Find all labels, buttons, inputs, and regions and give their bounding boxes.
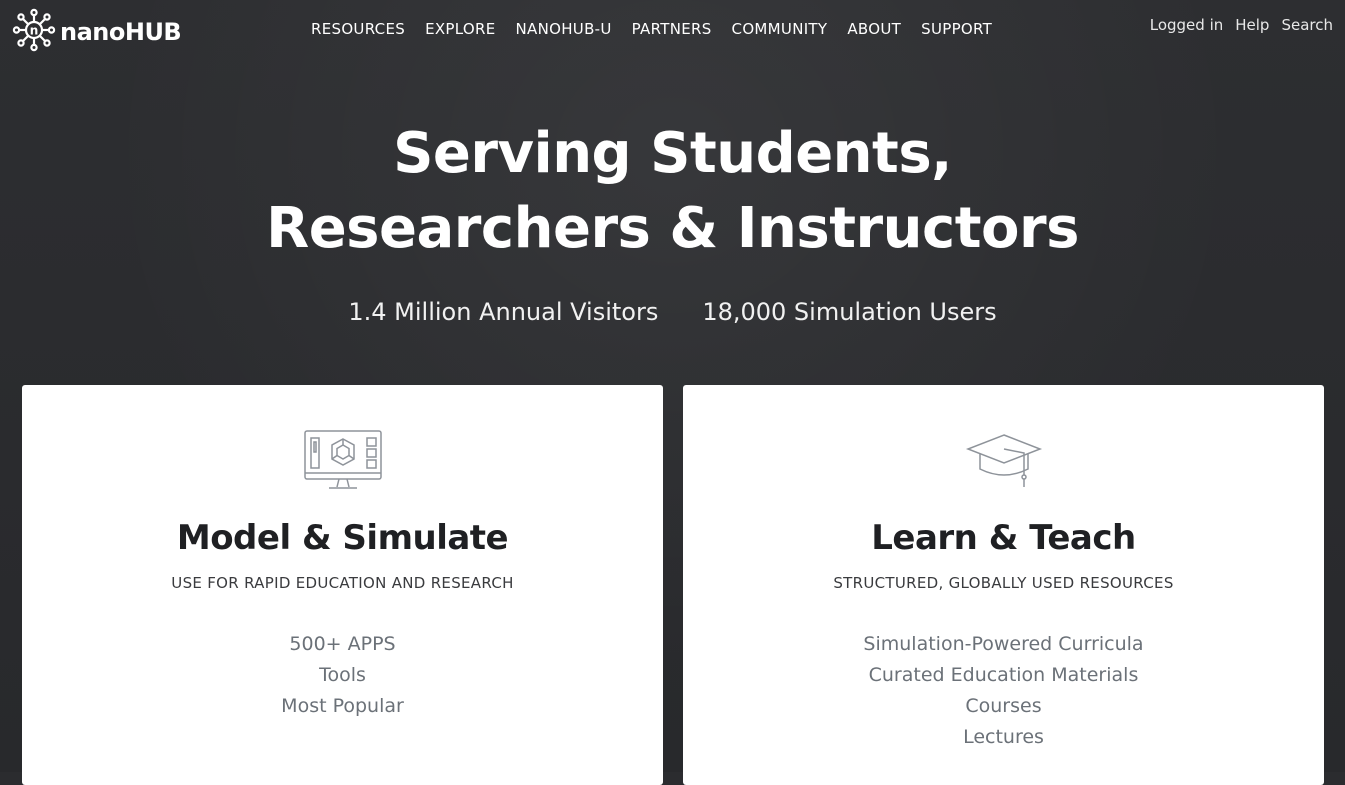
nav-about[interactable]: ABOUT bbox=[847, 20, 901, 38]
nav-support[interactable]: SUPPORT bbox=[921, 20, 992, 38]
hero-stats: 1.4 Million Annual Visitors 18,000 Simul… bbox=[0, 298, 1345, 326]
stat-simulation-users: 18,000 Simulation Users bbox=[702, 298, 997, 326]
help-link[interactable]: Help bbox=[1235, 16, 1269, 34]
lectures-link[interactable]: Lectures bbox=[963, 726, 1044, 748]
logo-text: nanoHUB bbox=[60, 18, 182, 46]
nav-partners[interactable]: PARTNERS bbox=[632, 20, 712, 38]
nanohub-logo[interactable]: n nanoHUB bbox=[12, 8, 182, 56]
nav-community[interactable]: COMMUNITY bbox=[732, 20, 828, 38]
tools-link[interactable]: Tools bbox=[319, 664, 366, 686]
hero-title: Serving Students, Researchers & Instruct… bbox=[0, 116, 1345, 266]
stat-annual-visitors: 1.4 Million Annual Visitors bbox=[348, 298, 659, 326]
curricula-link[interactable]: Simulation-Powered Curricula bbox=[863, 633, 1143, 655]
model-simulate-card: Model & Simulate USE FOR RAPID EDUCATION… bbox=[22, 385, 663, 785]
main-nav: RESOURCES EXPLORE NANOHUB-U PARTNERS COM… bbox=[311, 20, 992, 38]
most-popular-link[interactable]: Most Popular bbox=[281, 695, 404, 717]
card-subtitle: USE FOR RAPID EDUCATION AND RESEARCH bbox=[171, 574, 514, 592]
search-link[interactable]: Search bbox=[1281, 16, 1333, 34]
svg-text:n: n bbox=[30, 24, 39, 38]
nanohub-molecule-logo-icon: n bbox=[12, 8, 56, 56]
card-subtitle: STRUCTURED, GLOBALLY USED RESOURCES bbox=[833, 574, 1174, 592]
card-title: Model & Simulate bbox=[176, 518, 509, 558]
apps-link[interactable]: 500+ APPS bbox=[289, 633, 395, 655]
card-title: Learn & Teach bbox=[871, 518, 1136, 558]
learn-teach-card: Learn & Teach STRUCTURED, GLOBALLY USED … bbox=[683, 385, 1324, 785]
hero-title-line-1: Serving Students, bbox=[393, 121, 952, 186]
nav-resources[interactable]: RESOURCES bbox=[311, 20, 405, 38]
logged-in-link[interactable]: Logged in bbox=[1150, 16, 1224, 34]
computer-simulation-icon bbox=[22, 429, 663, 493]
card-link-list: 500+ APPS Tools Most Popular bbox=[22, 629, 663, 722]
education-materials-link[interactable]: Curated Education Materials bbox=[869, 664, 1139, 686]
utility-nav: Logged in Help Search bbox=[1150, 16, 1333, 34]
courses-link[interactable]: Courses bbox=[965, 695, 1041, 717]
card-link-list: Simulation-Powered Curricula Curated Edu… bbox=[683, 629, 1324, 753]
graduation-cap-icon bbox=[683, 429, 1324, 493]
nav-nanohub-u[interactable]: NANOHUB-U bbox=[516, 20, 612, 38]
nav-explore[interactable]: EXPLORE bbox=[425, 20, 495, 38]
hero-title-line-2: Researchers & Instructors bbox=[266, 196, 1079, 261]
